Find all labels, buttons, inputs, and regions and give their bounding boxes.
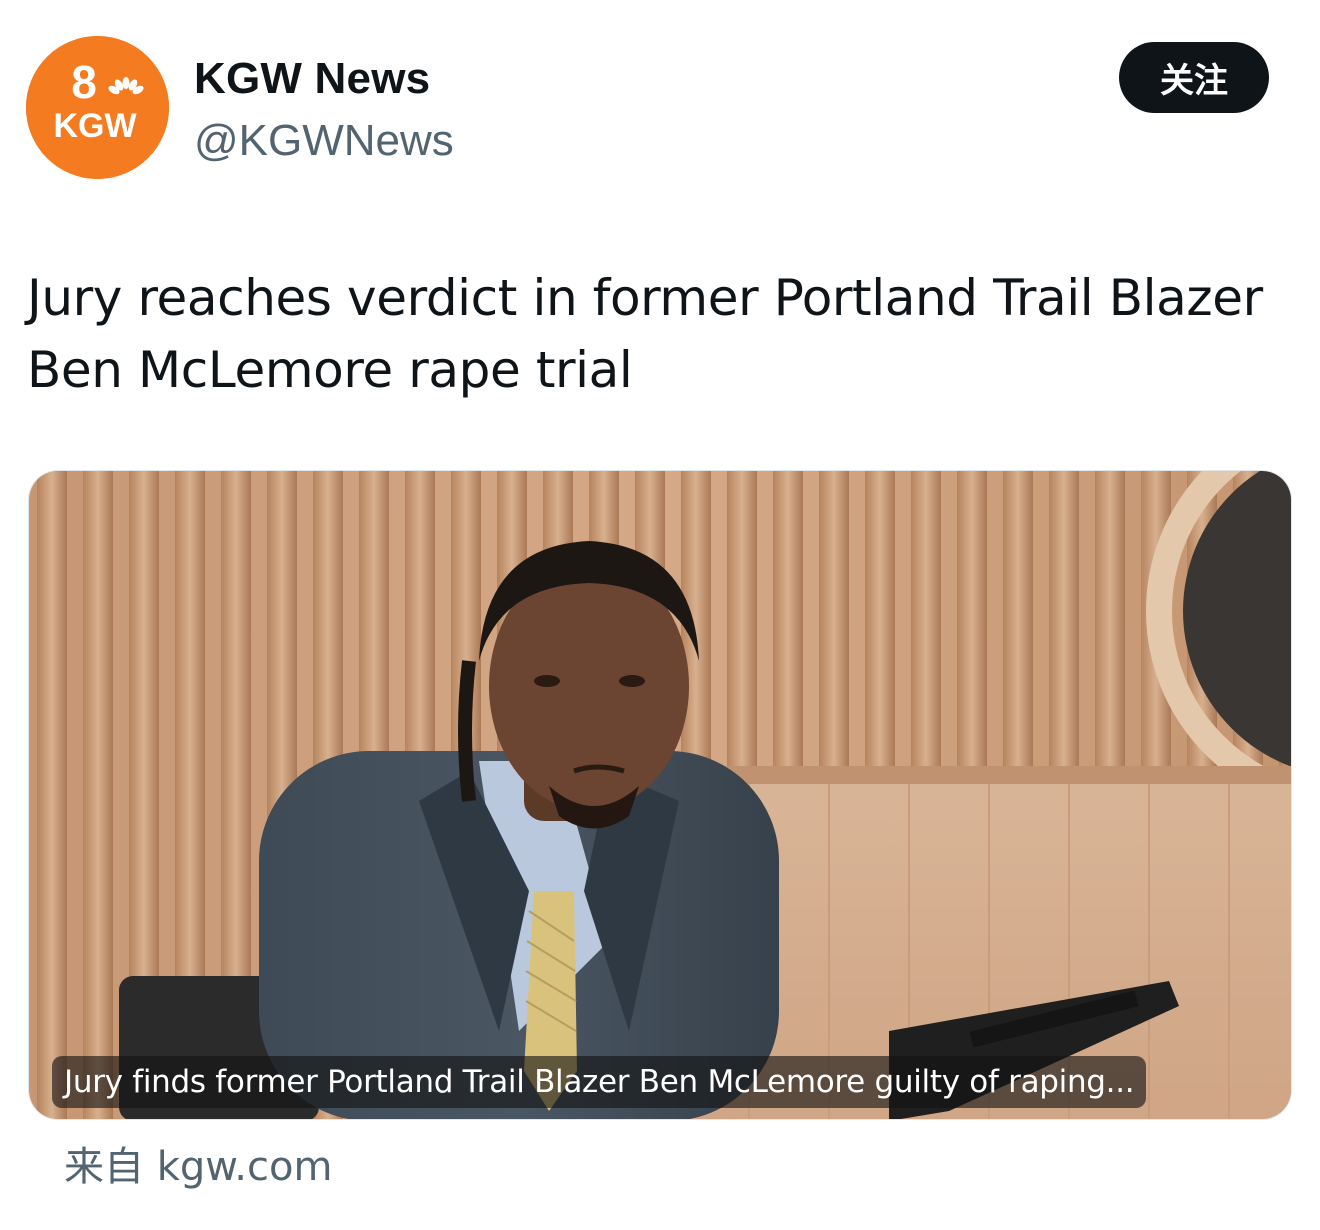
courtroom-photo: [29, 471, 1291, 1119]
logo-wordmark: KGW: [53, 107, 137, 145]
avatar[interactable]: 8 KGW: [26, 36, 169, 179]
wall-slat: [37, 471, 67, 1119]
link-source[interactable]: 来自 kgw.com: [64, 1134, 332, 1192]
display-name[interactable]: KGW News: [194, 54, 430, 104]
follow-button[interactable]: 关注: [1119, 42, 1269, 113]
handle[interactable]: @KGWNews: [194, 116, 454, 166]
link-card-image[interactable]: Jury finds former Portland Trail Blazer …: [28, 470, 1292, 1120]
kgw-logo: 8 KGW: [26, 36, 169, 179]
tweet-text: Jury reaches verdict in former Portland …: [27, 269, 1263, 399]
link-card-caption: Jury finds former Portland Trail Blazer …: [52, 1056, 1147, 1108]
logo-number: 8: [71, 56, 97, 108]
wall-slat: [83, 471, 113, 1119]
